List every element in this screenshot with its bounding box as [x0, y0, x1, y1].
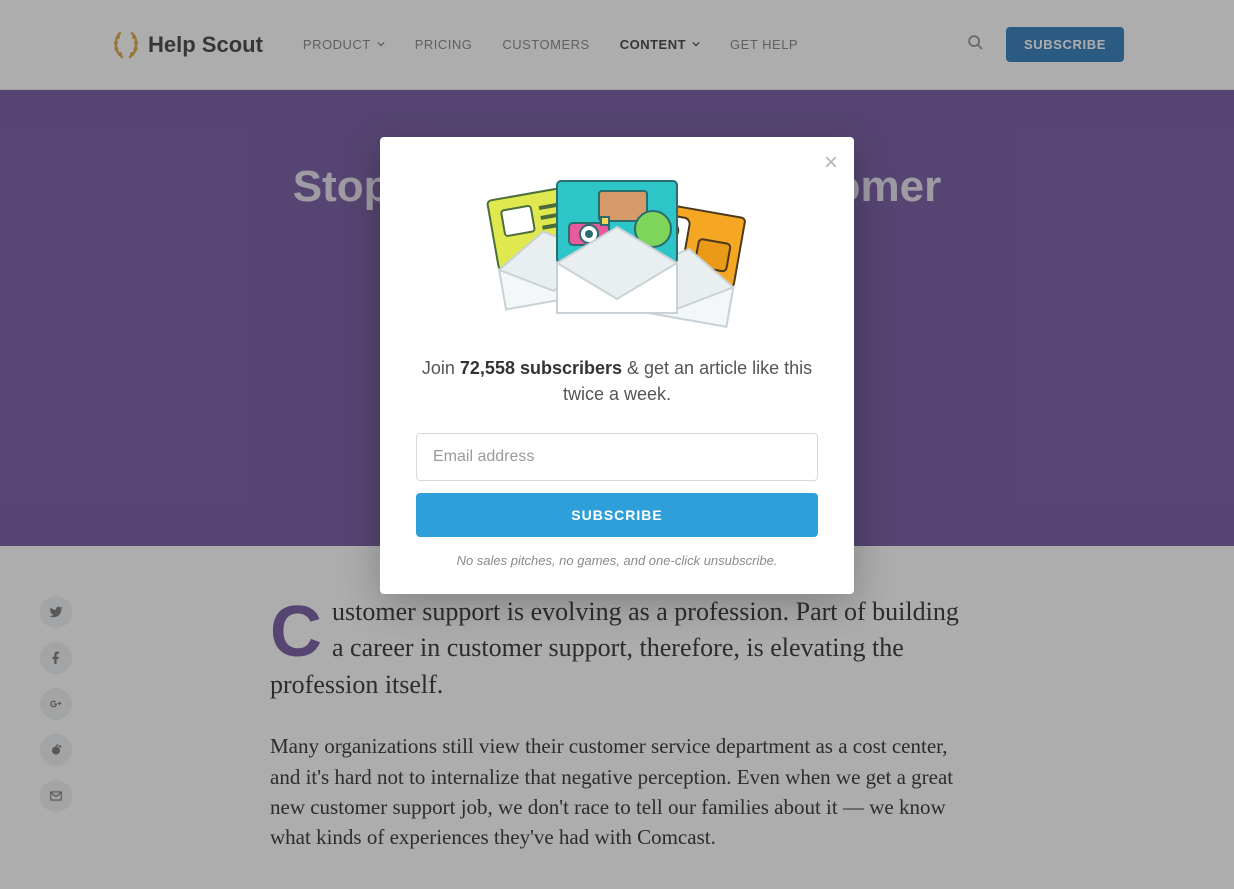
modal-copy-prefix: Join	[422, 358, 460, 378]
modal-fineprint: No sales pitches, no games, and one-clic…	[416, 553, 818, 568]
close-icon[interactable]: ×	[824, 149, 838, 177]
modal-overlay[interactable]: ×	[0, 0, 1234, 889]
envelopes-illustration	[416, 171, 818, 331]
modal-copy: Join 72,558 subscribers & get an article…	[416, 355, 818, 407]
modal-subscribe-button[interactable]: SUBSCRIBE	[416, 493, 818, 537]
email-input[interactable]	[416, 433, 818, 481]
subscribe-modal: ×	[380, 137, 854, 594]
modal-copy-subscribers: 72,558 subscribers	[460, 358, 622, 378]
